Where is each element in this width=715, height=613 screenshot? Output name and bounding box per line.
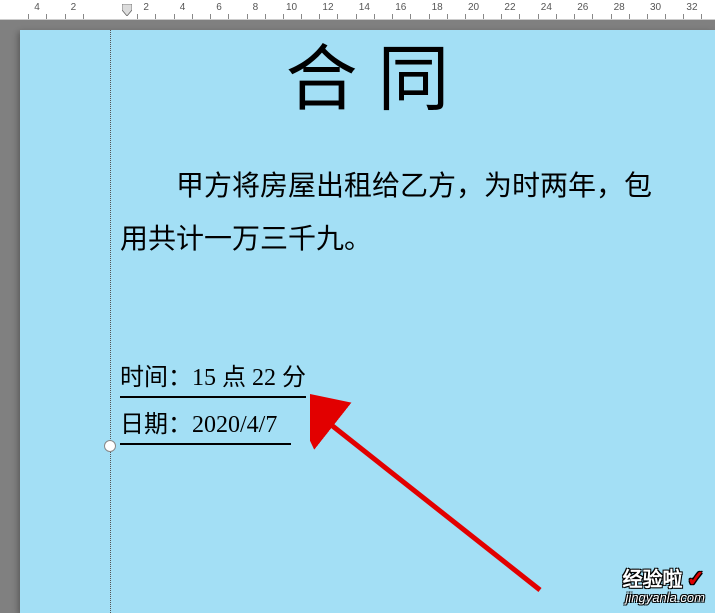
- ruler-tick-label: 8: [253, 2, 259, 13]
- ruler-tick-label: 18: [432, 2, 443, 13]
- watermark-url: jingyanla.com: [623, 590, 705, 605]
- date-field[interactable]: 日期：2020/4/7: [120, 404, 291, 445]
- body-line-1: 甲方将房屋出租给乙方，为时两年，包: [120, 160, 715, 213]
- time-label: 时间：: [120, 365, 192, 391]
- ruler-tick-label: 4: [34, 2, 40, 13]
- ruler-tick-label: 32: [686, 2, 697, 13]
- ruler-tick-label: 12: [322, 2, 333, 13]
- checkmark-icon: ✓: [687, 566, 705, 591]
- editor-canvas: 合 同 甲方将房屋出租给乙方，为时两年，包 用共计一万三千九。 时间：15 点 …: [0, 20, 715, 613]
- annotation-arrow-icon: [310, 390, 550, 600]
- indent-marker-icon[interactable]: [122, 4, 132, 16]
- ruler-tick-label: 10: [286, 2, 297, 13]
- ruler-tick-label: 16: [395, 2, 406, 13]
- ruler-tick-label: 26: [577, 2, 588, 13]
- body-line-2: 用共计一万三千九。: [120, 213, 715, 266]
- ruler-tick-label: 22: [504, 2, 515, 13]
- time-field[interactable]: 时间：15 点 22 分: [120, 357, 306, 398]
- watermark: 经验啦✓ jingyanla.com: [623, 563, 705, 605]
- ruler-tick-label: 2: [143, 2, 149, 13]
- time-value: 15 点 22 分: [192, 365, 306, 391]
- ruler-tick-label: 24: [541, 2, 552, 13]
- ruler-tick-label: 28: [614, 2, 625, 13]
- date-label: 日期：: [120, 412, 192, 438]
- document-page[interactable]: 合 同 甲方将房屋出租给乙方，为时两年，包 用共计一万三千九。 时间：15 点 …: [20, 30, 715, 613]
- horizontal-ruler[interactable]: 422468101214161820222426283032: [0, 0, 715, 20]
- date-value: 2020/4/7: [192, 412, 277, 438]
- ruler-tick-label: 30: [650, 2, 661, 13]
- ruler-tick-label: 6: [216, 2, 222, 13]
- ruler-tick-label: 14: [359, 2, 370, 13]
- ruler-tick-label: 4: [180, 2, 186, 13]
- document-body[interactable]: 甲方将房屋出租给乙方，为时两年，包 用共计一万三千九。: [120, 160, 715, 266]
- ruler-tick-label: 2: [71, 2, 77, 13]
- margin-drag-handle[interactable]: [104, 440, 116, 452]
- document-title[interactable]: 合 同: [285, 20, 449, 125]
- watermark-title: 经验啦: [623, 569, 683, 591]
- left-margin-guide: [110, 30, 111, 613]
- ruler-tick-label: 20: [468, 2, 479, 13]
